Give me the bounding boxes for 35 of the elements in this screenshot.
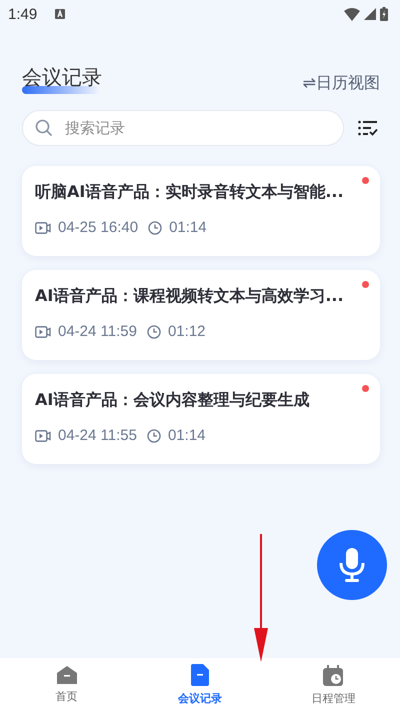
calendar-clock-icon	[323, 664, 344, 686]
nav-tab[interactable]: 日程管理	[266, 658, 400, 712]
video-icon	[35, 326, 51, 338]
video-icon	[35, 430, 51, 442]
clock-icon	[146, 428, 161, 442]
home-icon	[56, 666, 77, 684]
search-icon	[35, 119, 53, 137]
page-title: 会议记录	[22, 66, 102, 88]
record-title: AI语音产品：会议内容整理与纪要生成	[35, 390, 310, 411]
calendar-view-link[interactable]: ⇌日历视图	[302, 73, 380, 94]
signal-icon	[364, 8, 376, 20]
record-title: 听脑AI语音产品：实时录音转文本与智能...	[35, 182, 345, 203]
battery-icon	[380, 7, 388, 21]
record-duration: 01:14	[168, 427, 206, 444]
clock-icon	[148, 220, 162, 234]
record-title: AI语音产品：课程视频转文本与高效学习...	[35, 286, 345, 307]
record-date: 04-25 16:40	[58, 219, 138, 236]
record-date: 04-24 11:59	[58, 323, 137, 340]
record-card[interactable]: AI语音产品：课程视频转文本与高效学习... 04-24 11:59 01:12	[22, 270, 380, 360]
video-icon	[35, 222, 51, 234]
wifi-icon	[344, 8, 360, 20]
record-duration: 01:12	[168, 323, 206, 340]
record-date: 04-24 11:55	[58, 427, 137, 444]
nav-tab[interactable]: 会议记录	[133, 658, 267, 712]
record-duration: 01:14	[169, 219, 207, 236]
filter-list-icon[interactable]	[358, 120, 378, 136]
search-field[interactable]: 搜索记录	[22, 110, 344, 146]
record-card[interactable]: AI语音产品：会议内容整理与纪要生成 04-24 11:55 01:14	[22, 374, 380, 464]
document-icon	[190, 664, 209, 686]
record-card[interactable]: 听脑AI语音产品：实时录音转文本与智能... 04-25 16:40 01:14	[22, 166, 380, 256]
microphone-icon	[339, 548, 365, 582]
nav-tab[interactable]: 首页	[0, 658, 134, 712]
notification-icon	[55, 9, 66, 19]
status-time: 1:49	[8, 6, 38, 22]
clock-icon	[146, 324, 161, 338]
